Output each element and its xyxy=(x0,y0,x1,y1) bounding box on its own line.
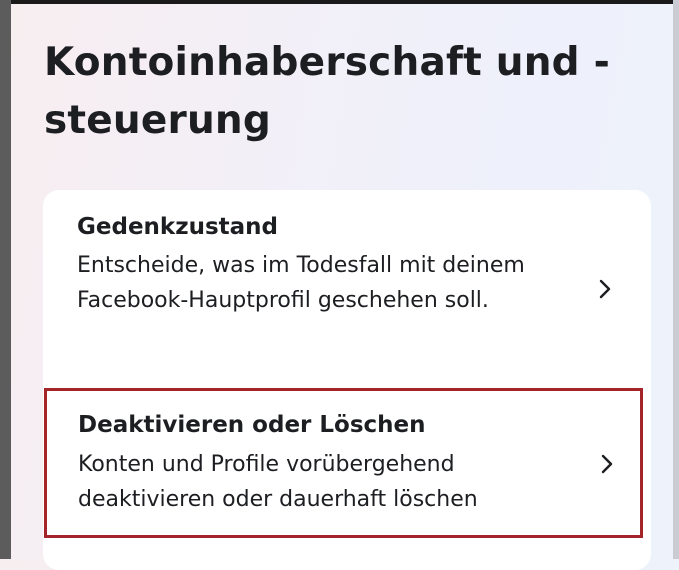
window-top-border xyxy=(0,0,679,4)
window-left-border xyxy=(0,0,11,559)
memorialization-description: Entscheide, was im Todesfall mit deinem … xyxy=(77,253,525,313)
window-right-edge xyxy=(673,0,679,559)
memorialization-title: Gedenkzustand xyxy=(77,214,279,240)
deactivate-or-delete-title: Deaktivieren oder Löschen xyxy=(78,412,426,438)
page-title: Kontoinhaberschaft und -steuerung xyxy=(44,40,610,143)
memorialization-settings-item[interactable]: Gedenkzustand Entscheide, was im Todesfa… xyxy=(43,190,651,386)
chevron-right-icon xyxy=(601,454,613,474)
deactivate-or-delete-item[interactable]: Deaktivieren oder Löschen Konten und Pro… xyxy=(44,388,643,538)
settings-card: Gedenkzustand Entscheide, was im Todesfa… xyxy=(43,190,651,570)
deactivate-or-delete-description: Konten und Profile vorübergehend deaktiv… xyxy=(78,452,478,512)
chevron-right-icon xyxy=(599,279,611,299)
